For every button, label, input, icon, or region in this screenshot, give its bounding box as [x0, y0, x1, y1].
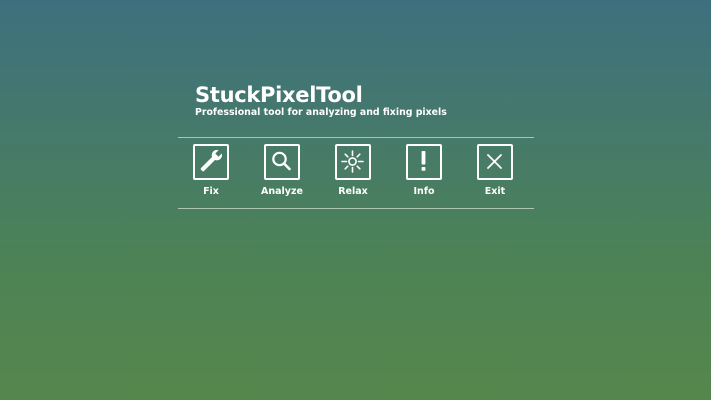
bottom-divider	[178, 208, 534, 209]
app-subtitle: Professional tool for analyzing and fixi…	[195, 107, 447, 118]
relax-button[interactable]: Relax	[327, 144, 383, 202]
exit-label: Exit	[484, 186, 506, 197]
magnifier-icon	[264, 144, 300, 180]
close-icon	[477, 144, 513, 180]
analyze-label: Analyze	[261, 186, 303, 197]
exclamation-icon	[406, 144, 442, 180]
relax-label: Relax	[338, 186, 368, 197]
app-title: StuckPixelTool	[195, 83, 363, 107]
fix-label: Fix	[203, 186, 219, 197]
wrench-icon	[193, 144, 229, 180]
analyze-button[interactable]: Analyze	[256, 144, 312, 202]
toolbar: Fix Analyze Relax Info Exit	[178, 144, 535, 204]
info-label: Info	[413, 186, 435, 197]
exit-button[interactable]: Exit	[469, 144, 525, 202]
info-button[interactable]: Info	[398, 144, 454, 202]
top-divider	[178, 137, 534, 138]
fix-button[interactable]: Fix	[185, 144, 241, 202]
sun-icon	[335, 144, 371, 180]
